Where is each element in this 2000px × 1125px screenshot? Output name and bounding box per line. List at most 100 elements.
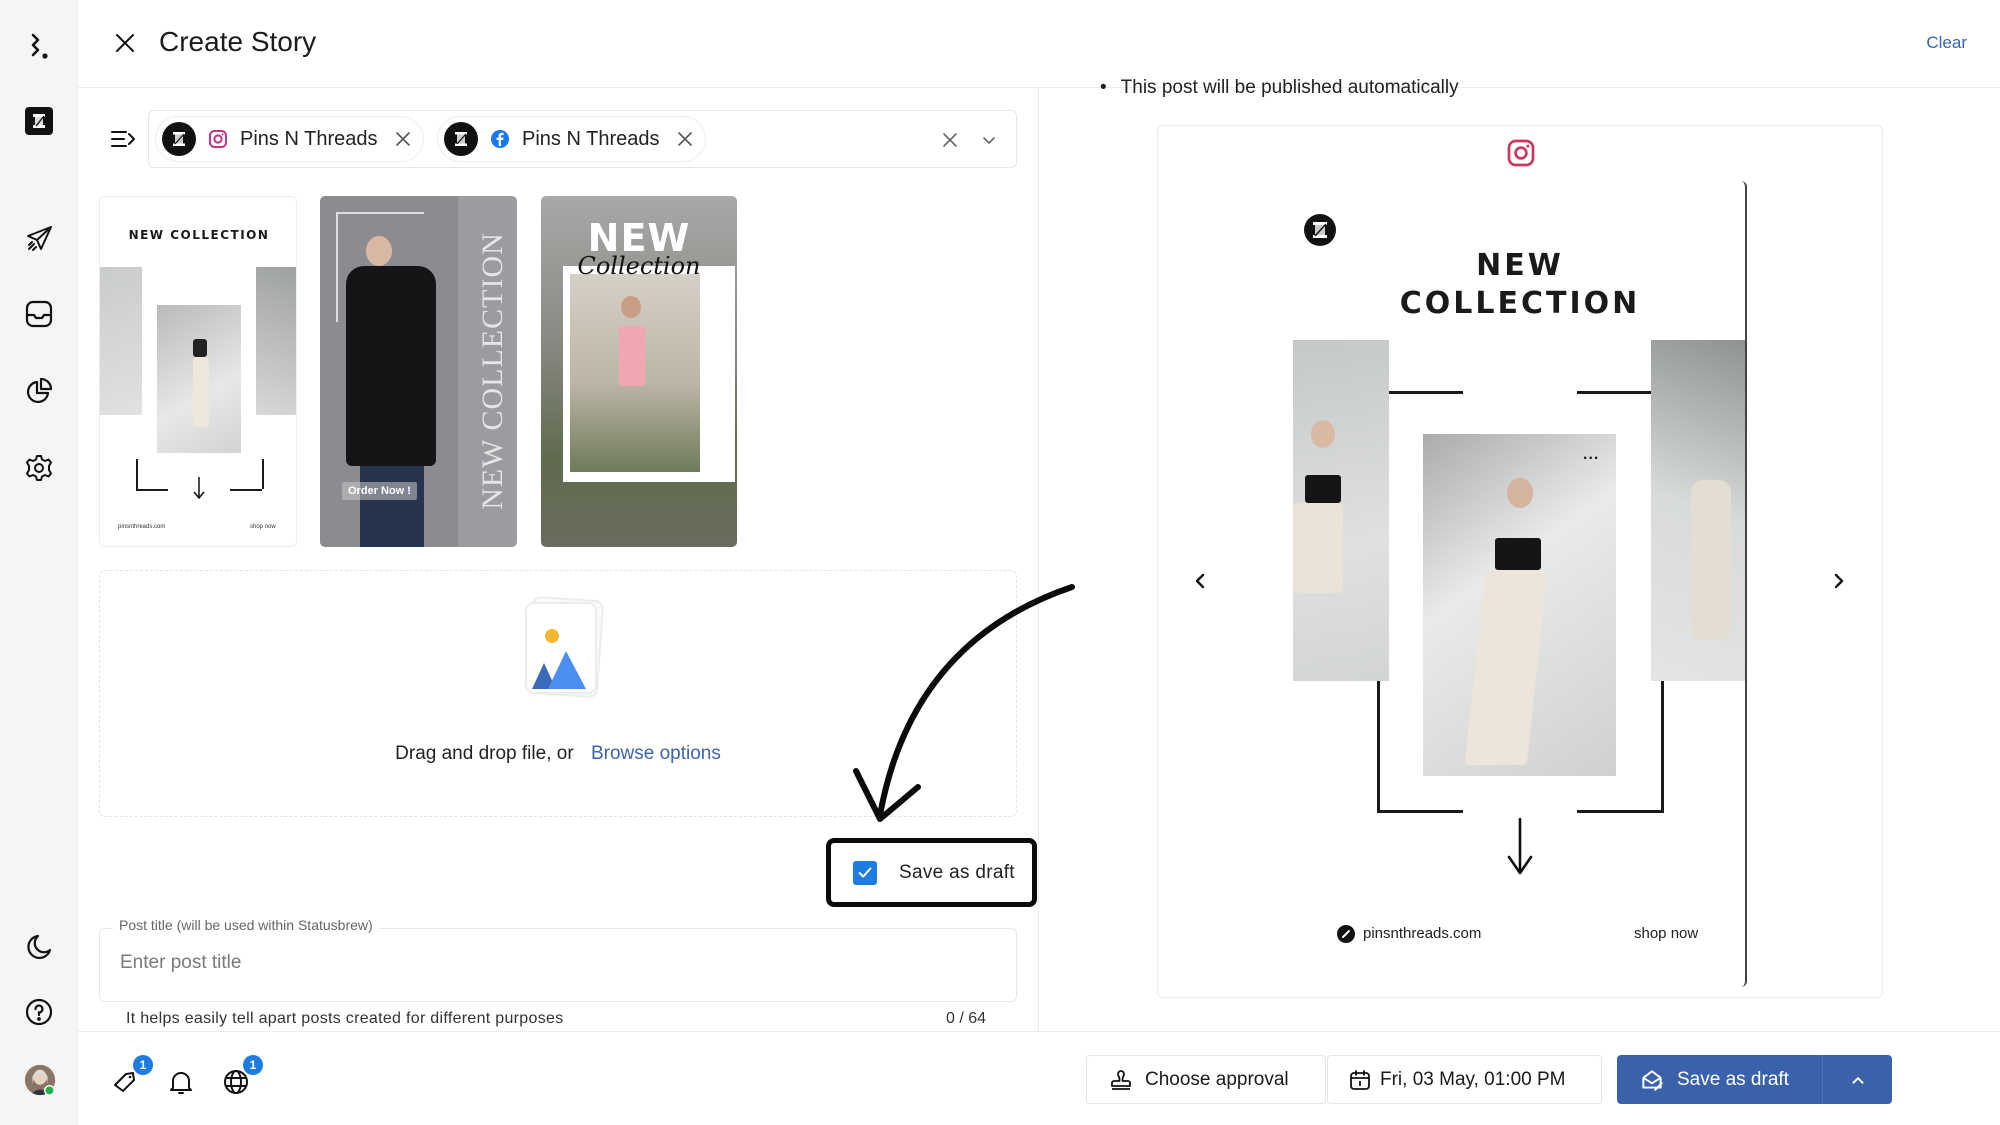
frame-line xyxy=(1377,681,1380,813)
gear-icon[interactable] xyxy=(22,451,56,485)
story-title-line1: NEW xyxy=(1476,248,1564,283)
account-name: Pins N Threads xyxy=(240,127,378,150)
story-more-icon: ... xyxy=(1583,446,1600,463)
dropzone-instruction: Drag and drop file, or xyxy=(395,743,574,764)
account-chip[interactable]: Pins N Threads xyxy=(155,116,425,162)
inbox-tray-icon[interactable] xyxy=(22,297,56,331)
story-photo-center: ... xyxy=(1423,434,1616,776)
story-photo-right xyxy=(1651,340,1745,681)
publish-note: This post will be published automaticall… xyxy=(1100,77,1459,99)
account-avatar xyxy=(444,122,478,156)
language-count-badge: 1 xyxy=(243,1055,263,1075)
choose-approval-button[interactable]: Choose approval xyxy=(1086,1055,1326,1104)
story-frame: NEW COLLECTION ... pinsnthreads.com shop… xyxy=(1293,181,1747,987)
story-cta: shop now xyxy=(1634,925,1699,942)
frame-line xyxy=(1577,810,1663,813)
thumbnail-subtitle: Collection xyxy=(577,252,701,280)
more-save-options-button[interactable] xyxy=(1823,1055,1892,1104)
menu-collapse-icon xyxy=(111,131,135,147)
thumbnail-cta: shop now xyxy=(250,524,276,530)
thumbnail-website: pinsnthreads.com xyxy=(118,524,166,530)
frame-line xyxy=(1377,810,1463,813)
story-title-line2: COLLECTION xyxy=(1399,286,1641,321)
account-list-toggle[interactable] xyxy=(108,124,138,154)
frame-line xyxy=(1661,681,1664,813)
tag-button[interactable]: 1 xyxy=(111,1055,153,1097)
statusbrew-logo-icon[interactable] xyxy=(22,30,56,64)
photo-center xyxy=(157,305,241,453)
photo-left xyxy=(100,267,142,415)
post-title-input[interactable] xyxy=(120,952,1000,974)
media-dropzone[interactable]: Drag and drop file, or Browse options xyxy=(99,570,1017,817)
post-title-helper: It helps easily tell apart posts created… xyxy=(126,1010,564,1027)
clear-accounts-icon[interactable] xyxy=(939,129,961,151)
close-button[interactable] xyxy=(108,26,142,60)
account-avatar xyxy=(162,122,196,156)
save-as-draft-checkbox[interactable] xyxy=(853,860,877,885)
user-avatar[interactable] xyxy=(22,1062,58,1098)
photo-right xyxy=(256,267,296,415)
frame-line xyxy=(1389,391,1463,394)
media-thumbnail[interactable]: NEW COLLECTION Order Now ! xyxy=(320,196,517,547)
account-selector[interactable]: Pins N Threads Pins N Threads xyxy=(148,110,1017,168)
chevron-left-icon xyxy=(1195,573,1205,589)
account-avatar-icon xyxy=(1304,214,1336,246)
sidebar xyxy=(0,0,78,1125)
remove-account-icon[interactable] xyxy=(393,129,413,149)
thumbnail-title: NEW COLLECTION xyxy=(128,228,270,242)
page-title: Create Story xyxy=(159,26,317,57)
preview-prev-button[interactable] xyxy=(1185,566,1215,596)
save-as-draft-button[interactable]: Save as draft xyxy=(1617,1055,1823,1104)
tag-count-badge: 1 xyxy=(133,1055,153,1075)
notification-button[interactable] xyxy=(166,1067,196,1097)
story-website: pinsnthreads.com xyxy=(1363,925,1482,942)
close-icon xyxy=(116,34,134,52)
remove-account-icon[interactable] xyxy=(675,129,695,149)
chevron-right-icon xyxy=(1834,573,1844,589)
footer-bar: 1 1 Choose approval Fri, 03 May, 01:00 P… xyxy=(78,1031,2000,1125)
story-photo-left xyxy=(1293,340,1389,681)
frame-line xyxy=(1577,391,1651,394)
moon-icon[interactable] xyxy=(22,930,56,964)
image-upload-icon xyxy=(525,596,604,698)
draft-icon xyxy=(1642,1069,1663,1091)
account-name: Pins N Threads xyxy=(522,127,660,150)
down-arrow-icon xyxy=(193,477,205,500)
account-chip[interactable]: Pins N Threads xyxy=(437,116,707,162)
clear-button[interactable]: Clear xyxy=(1926,33,1967,53)
preview-next-button[interactable] xyxy=(1824,566,1854,596)
calendar-icon xyxy=(1350,1069,1370,1090)
post-title-char-count: 0 / 64 xyxy=(946,1010,987,1027)
question-circle-icon[interactable] xyxy=(22,995,56,1029)
chevron-down-icon[interactable] xyxy=(978,129,1000,151)
media-thumbnail[interactable]: NEW COLLECTION pinsnthreads.com shop now xyxy=(99,196,297,547)
facebook-icon xyxy=(491,130,509,148)
schedule-datetime-button[interactable]: Fri, 03 May, 01:00 PM xyxy=(1327,1055,1602,1104)
choose-approval-label: Choose approval xyxy=(1145,1068,1289,1090)
stamp-icon xyxy=(1111,1069,1131,1090)
instagram-icon xyxy=(1507,139,1535,167)
save-as-draft-label: Save as draft xyxy=(899,861,1015,883)
link-icon xyxy=(1337,925,1355,943)
instagram-icon xyxy=(209,130,227,148)
browse-options-link[interactable]: Browse options xyxy=(591,743,721,764)
post-title-legend: Post title (will be used within Statusbr… xyxy=(113,917,379,933)
checkmark-icon xyxy=(858,867,872,878)
pie-chart-icon[interactable] xyxy=(22,374,56,408)
language-button[interactable]: 1 xyxy=(221,1055,263,1097)
save-as-draft-button-group: Save as draft xyxy=(1617,1055,1892,1104)
save-as-draft-label: Save as draft xyxy=(1677,1068,1789,1090)
workspace-logo-icon[interactable] xyxy=(22,104,56,138)
down-arrow-icon xyxy=(1507,817,1533,875)
thumbnail-title: NEW COLLECTION xyxy=(476,232,510,510)
header: Create Story Clear xyxy=(78,0,2000,88)
save-as-draft-option[interactable]: Save as draft xyxy=(826,838,1037,907)
thumbnail-cta: Order Now ! xyxy=(342,482,417,500)
panel-divider xyxy=(1038,88,1039,1031)
dropzone-text: Drag and drop file, or Browse options xyxy=(100,743,1016,765)
chevron-up-icon xyxy=(1852,1076,1863,1084)
bell-icon xyxy=(170,1072,192,1094)
paper-plane-icon[interactable] xyxy=(22,222,56,256)
media-thumbnail[interactable]: NEW Collection xyxy=(541,196,737,547)
schedule-datetime-label: Fri, 03 May, 01:00 PM xyxy=(1380,1068,1566,1090)
